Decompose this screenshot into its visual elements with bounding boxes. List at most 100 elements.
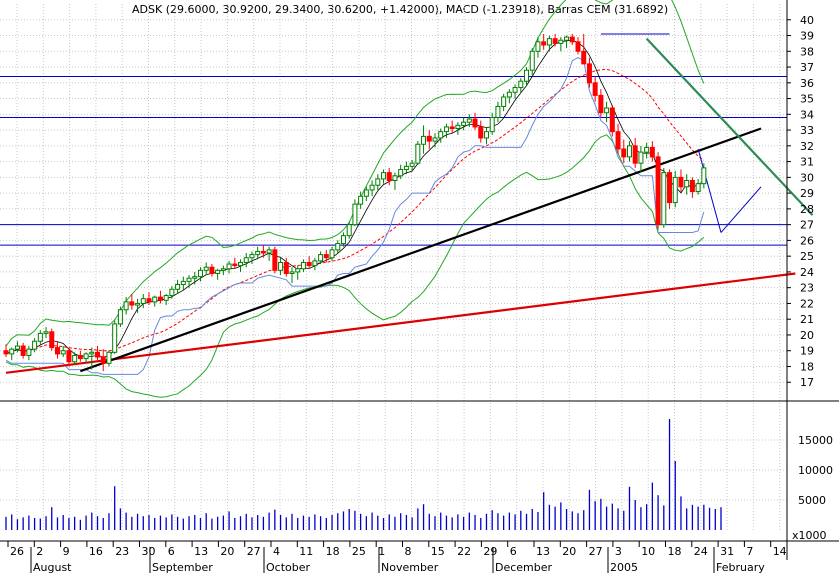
month-label: December xyxy=(495,561,553,573)
volume-tick-label: 15000 xyxy=(798,434,833,447)
candle-body xyxy=(689,180,695,193)
candle-body xyxy=(260,250,266,254)
candle-body xyxy=(209,266,215,274)
candle-body xyxy=(672,176,678,204)
candle-body xyxy=(83,353,89,360)
date-tick-label: 24 xyxy=(694,545,708,558)
candle-body xyxy=(409,162,415,167)
candle-body xyxy=(569,36,575,43)
price-tick-label: 33 xyxy=(800,124,814,137)
candle-body xyxy=(295,268,301,273)
candle-body xyxy=(215,269,221,274)
date-tick-label: 20 xyxy=(562,545,576,558)
candle-body xyxy=(95,351,101,358)
candle-body xyxy=(466,118,472,123)
candle-body xyxy=(449,126,455,130)
date-tick-label: 27 xyxy=(247,545,261,558)
date-tick-label: 14 xyxy=(773,545,787,558)
candle-body xyxy=(306,261,312,267)
candle-body xyxy=(49,331,55,349)
date-tick-label: 22 xyxy=(457,545,471,558)
date-tick-label: 13 xyxy=(536,545,550,558)
candle-body xyxy=(535,41,541,52)
candle-body xyxy=(632,145,638,164)
candle-body xyxy=(157,296,163,301)
candle-body xyxy=(340,235,346,245)
candle-body xyxy=(415,143,421,164)
candle-body xyxy=(678,176,684,188)
candle-body xyxy=(524,69,530,82)
candlesticks xyxy=(3,33,707,372)
candle-body xyxy=(220,268,226,271)
date-tick-label: 8 xyxy=(405,545,412,558)
price-tick-label: 26 xyxy=(800,234,814,247)
date-tick-label: 9 xyxy=(63,545,70,558)
candle-body xyxy=(649,146,655,158)
candle-body xyxy=(66,350,72,363)
bollinger-bands xyxy=(5,0,705,398)
price-tick-label: 22 xyxy=(800,297,814,310)
candle-body xyxy=(289,271,295,274)
price-tick-label: 28 xyxy=(800,203,814,216)
candle-body xyxy=(175,284,181,290)
candle-body xyxy=(272,249,278,271)
date-tick-label: 20 xyxy=(220,545,234,558)
candle-body xyxy=(478,126,484,139)
date-tick-label: 10 xyxy=(641,545,655,558)
candle-body xyxy=(661,172,667,226)
candle-body xyxy=(358,195,364,205)
month-label: September xyxy=(152,561,213,573)
axes: 1718192021222324252627282930313233343536… xyxy=(0,0,839,573)
candle-body xyxy=(701,167,707,185)
price-tick-label: 23 xyxy=(800,282,814,295)
candle-body xyxy=(77,354,83,360)
date-tick-label: 4 xyxy=(273,545,280,558)
candle-body xyxy=(495,105,501,118)
candle-body xyxy=(26,348,32,356)
candle-body xyxy=(564,36,570,41)
price-tick-label: 38 xyxy=(800,45,814,58)
candle-body xyxy=(100,356,106,364)
date-tick-label: 25 xyxy=(352,545,366,558)
candle-body xyxy=(300,261,306,270)
volume-bars xyxy=(5,419,722,530)
candle-body xyxy=(541,41,547,46)
chart-svg: ADSK (29.6000, 30.9200, 29.3400, 30.6200… xyxy=(0,0,839,573)
candle-body xyxy=(455,124,461,130)
date-tick-label: 16 xyxy=(89,545,103,558)
candle-body xyxy=(180,280,186,286)
candle-body xyxy=(512,87,518,93)
candle-body xyxy=(546,38,552,46)
candle-body xyxy=(392,175,398,182)
candle-body xyxy=(318,254,324,262)
date-tick-label: 23 xyxy=(115,545,129,558)
candle-body xyxy=(169,288,175,297)
month-label: November xyxy=(381,561,439,573)
candle-body xyxy=(335,243,341,251)
candle-body xyxy=(421,135,427,145)
date-tick-label: 29 xyxy=(483,545,497,558)
candle-body xyxy=(667,172,673,204)
candle-body xyxy=(9,348,15,355)
date-tick-label: 6 xyxy=(168,545,175,558)
candle-body xyxy=(186,277,192,282)
candle-body xyxy=(386,172,392,182)
candle-body xyxy=(586,63,592,84)
candle-body xyxy=(655,156,661,226)
candle-body xyxy=(32,340,38,350)
price-tick-label: 31 xyxy=(800,156,814,169)
price-tick-label: 20 xyxy=(800,329,814,342)
price-tick-label: 35 xyxy=(800,93,814,106)
candle-body xyxy=(329,249,335,259)
candle-body xyxy=(558,39,564,44)
candle-body xyxy=(483,131,489,139)
candle-body xyxy=(266,249,272,254)
volume-unit-label: x1000 xyxy=(792,529,827,542)
adsk-price-chart: ADSK (29.6000, 30.9200, 29.3400, 30.6200… xyxy=(0,0,839,573)
candle-body xyxy=(283,261,289,274)
candle-body xyxy=(352,203,358,226)
candle-body xyxy=(369,184,375,191)
date-tick-label: 13 xyxy=(194,545,208,558)
price-tick-label: 29 xyxy=(800,187,814,200)
candle-body xyxy=(129,301,135,306)
